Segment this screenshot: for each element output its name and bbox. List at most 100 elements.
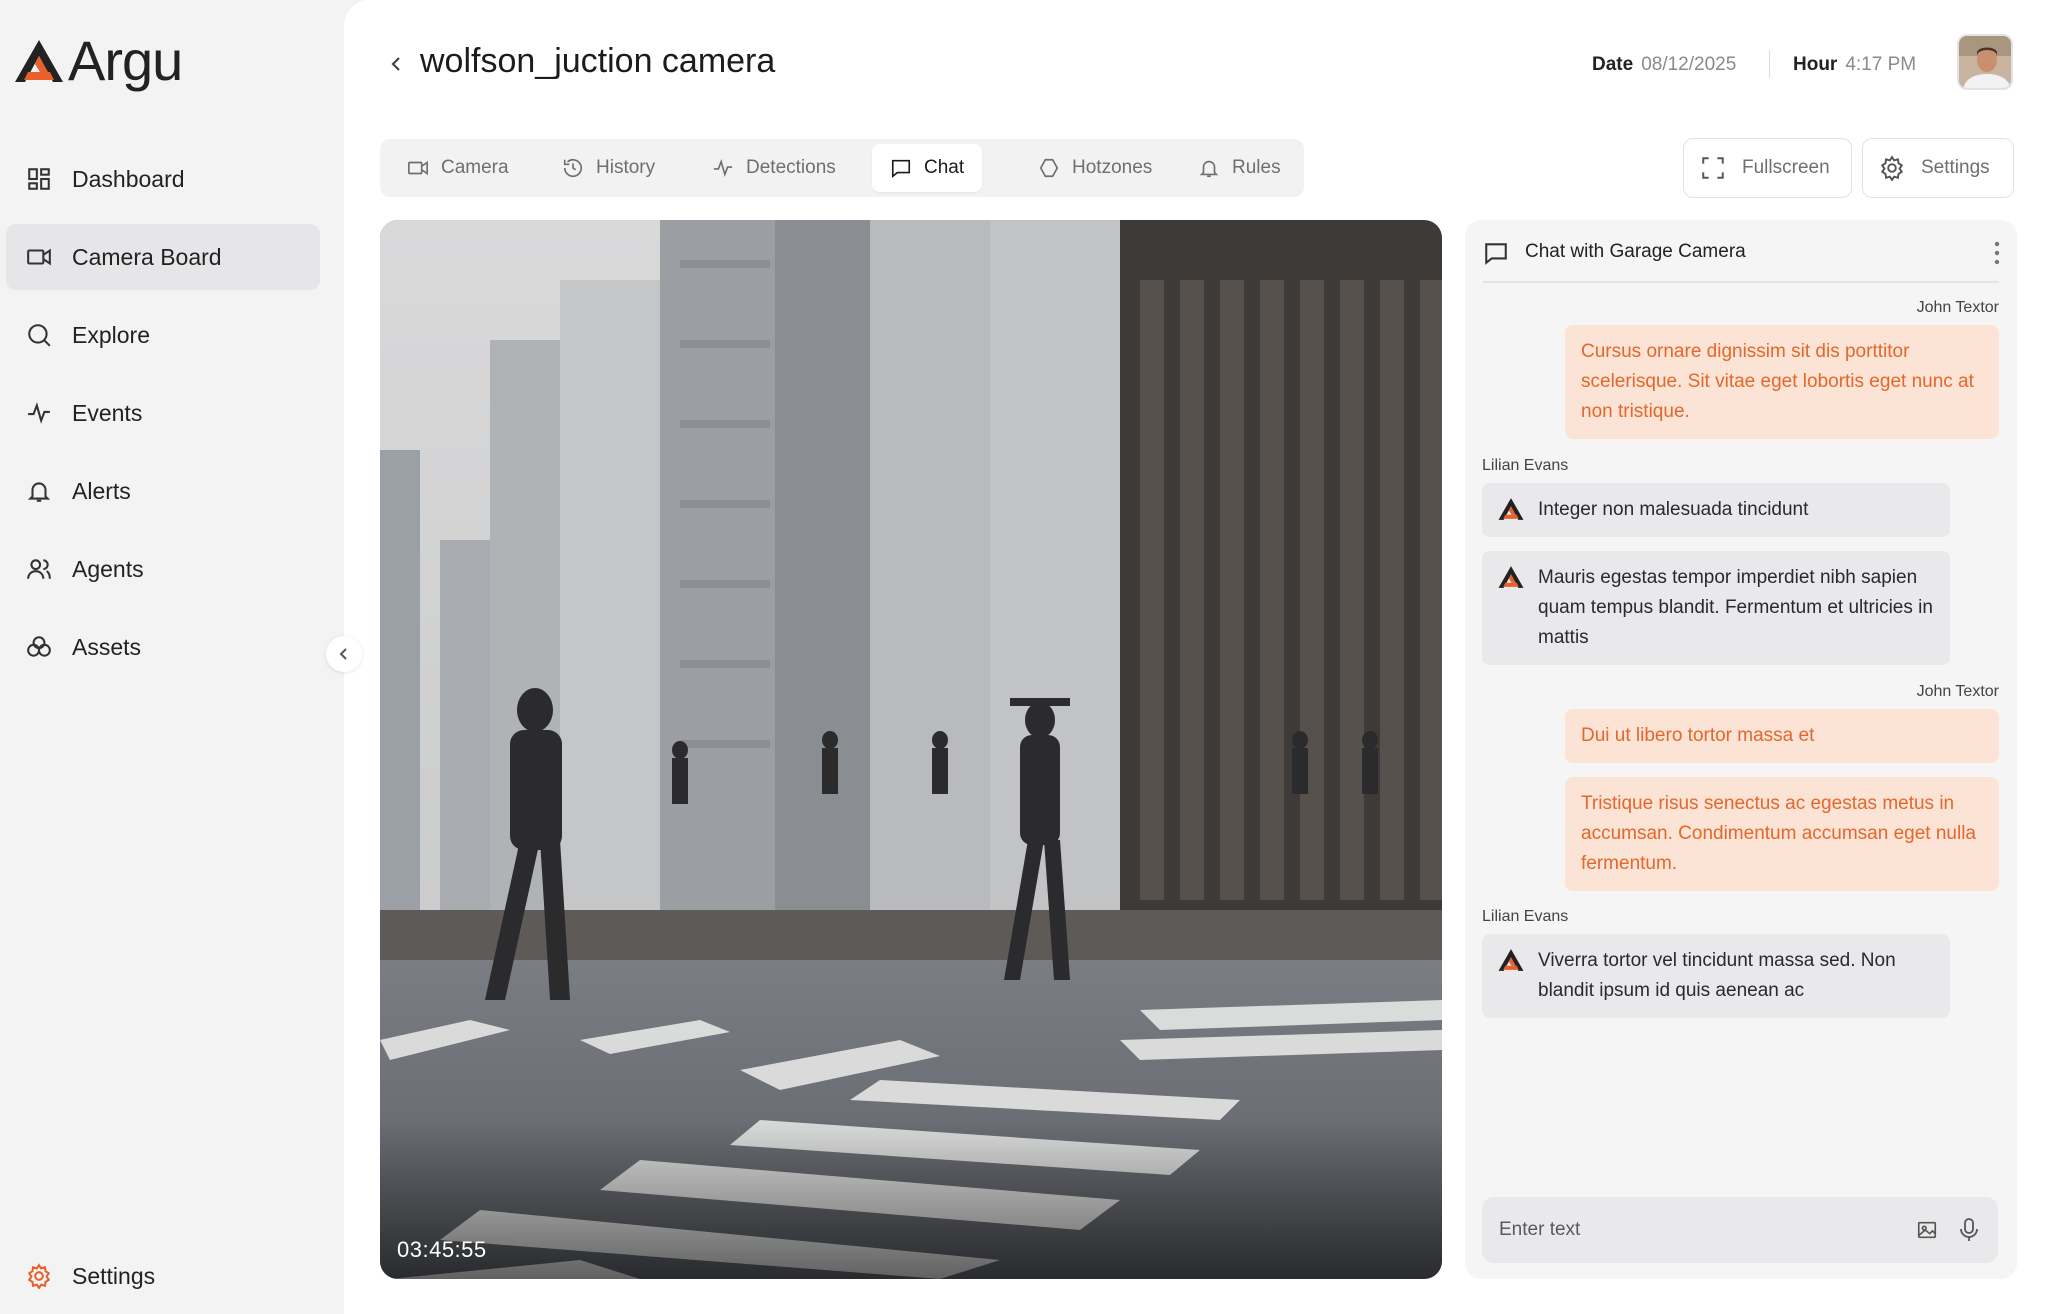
tab-label: Camera [441, 157, 509, 178]
fullscreen-icon [1702, 157, 1724, 179]
tab-camera[interactable]: Camera [389, 144, 527, 192]
tab-detections[interactable]: Detections [694, 144, 854, 192]
fullscreen-label: Fullscreen [1742, 157, 1830, 178]
sidebar-item-explore[interactable]: Explore [6, 302, 320, 368]
bell-icon [1199, 160, 1219, 178]
chat-divider [1483, 281, 1999, 283]
sidebar-item-alerts[interactable]: Alerts [6, 458, 320, 524]
sidebar-item-label: Dashboard [72, 165, 185, 192]
history-icon [563, 159, 583, 178]
chevron-left-icon [339, 648, 347, 660]
chat-input[interactable]: Enter text [1482, 1197, 1998, 1263]
sidebar-item-assets[interactable]: Assets [6, 614, 320, 680]
message-text: Mauris egestas tempor imperdiet nibh sap… [1538, 567, 1933, 648]
tab-history[interactable]: History [544, 144, 673, 192]
fullscreen-button[interactable]: Fullscreen [1683, 138, 1852, 198]
chat-header: Chat with Garage Camera [1465, 220, 2017, 282]
chat-title: Chat with Garage Camera [1525, 241, 1746, 262]
view-tabs: Camera History Detections Chat Hotzones … [380, 139, 1304, 197]
tab-label: Rules [1232, 157, 1281, 178]
chat-icon [891, 159, 911, 178]
back-button[interactable] [382, 50, 410, 78]
message-text: Integer non malesuada tincidunt [1538, 499, 1809, 520]
more-options-button[interactable] [1989, 238, 2005, 268]
chevron-left-icon [391, 57, 400, 71]
sidebar-item-camera-board[interactable]: Camera Board [6, 224, 320, 290]
main-panel: wolfson_juction camera Date 08/12/2025 Ho… [344, 0, 2048, 1314]
sidebar-item-label: Camera Board [72, 243, 222, 270]
sidebar-item-dashboard[interactable]: Dashboard [6, 146, 320, 212]
hour-display: Hour 4:17 PM [1793, 54, 1916, 76]
pulse-icon [713, 158, 733, 178]
chat-message-incoming: Mauris egestas tempor imperdiet nibh sap… [1482, 551, 1950, 665]
pulse-icon [24, 398, 54, 428]
camera-icon [24, 242, 54, 272]
search-icon [24, 320, 54, 350]
settings-label: Settings [1921, 157, 1990, 178]
users-icon [24, 554, 54, 584]
video-icon [408, 160, 428, 176]
sidebar-item-label: Assets [72, 633, 142, 660]
tab-chat[interactable]: Chat [872, 144, 983, 192]
tab-label: Hotzones [1072, 157, 1153, 178]
argu-logo-icon [1498, 566, 1524, 588]
date-label: Date [1592, 54, 1634, 75]
argu-logo-icon [15, 40, 63, 82]
sidebar-item-label: Settings [72, 1262, 156, 1289]
image-icon [1917, 1221, 1937, 1239]
voice-input-button[interactable] [1958, 1217, 1980, 1243]
message-sender: Lilian Evans [1482, 908, 1569, 925]
app-logo[interactable]: Argu [14, 29, 183, 92]
date-display: Date 08/12/2025 [1592, 54, 1736, 76]
sidebar-item-settings[interactable]: Settings [6, 1243, 320, 1309]
sidebar-item-events[interactable]: Events [6, 380, 320, 446]
attach-image-button[interactable] [1916, 1219, 1938, 1241]
sidebar-item-label: Events [72, 399, 143, 426]
tab-label: Detections [746, 157, 836, 178]
bell-icon [24, 476, 54, 506]
dashboard-icon [24, 164, 54, 194]
video-timestamp: 03:45:55 [397, 1237, 487, 1262]
more-vertical-icon [1994, 241, 2000, 265]
camera-video-feed[interactable]: 03:45:55 [380, 220, 1442, 1279]
chat-icon [1483, 240, 1509, 266]
sidebar-item-label: Agents [72, 555, 144, 582]
tab-label: Chat [924, 157, 965, 178]
collapse-sidebar-button[interactable] [326, 636, 362, 672]
tab-hotzones[interactable]: Hotzones [1020, 144, 1170, 192]
sidebar-item-label: Explore [72, 321, 150, 348]
page-title: wolfson_juction camera [420, 42, 776, 80]
argu-logo-icon [1498, 949, 1524, 971]
app-name: Argu [68, 29, 183, 92]
header-divider [1769, 50, 1770, 78]
chat-message-incoming: Viverra tortor vel tincidunt massa sed. … [1482, 934, 1950, 1018]
hexagon-icon [1039, 158, 1059, 178]
chat-message-outgoing: Tristique risus senectus ac egestas metu… [1565, 777, 1999, 891]
chat-message-outgoing: Cursus ornare dignissim sit dis porttito… [1565, 325, 1999, 439]
avatar-image [1959, 36, 2011, 88]
argu-logo-icon [1498, 498, 1524, 520]
tab-label: History [596, 157, 656, 178]
message-text: Viverra tortor vel tincidunt massa sed. … [1538, 950, 1896, 1001]
sidebar-item-agents[interactable]: Agents [6, 536, 320, 602]
settings-button[interactable]: Settings [1862, 138, 2014, 198]
message-sender: John Textor [1916, 683, 1999, 700]
message-sender: John Textor [1916, 299, 1999, 316]
date-value: 08/12/2025 [1641, 54, 1737, 75]
street-crossing-image [380, 220, 1442, 1279]
gear-icon [24, 1261, 54, 1291]
chat-message-incoming: Integer non malesuada tincidunt [1482, 483, 1950, 537]
chat-panel: Chat with Garage Camera John Textor Curs… [1465, 220, 2017, 1279]
sidebar-item-label: Alerts [72, 477, 131, 504]
hour-label: Hour [1793, 54, 1838, 75]
hour-value: 4:17 PM [1845, 54, 1917, 75]
assets-icon [24, 632, 54, 662]
user-avatar[interactable] [1957, 34, 2013, 90]
gear-icon [1880, 155, 1904, 181]
chat-message-outgoing: Dui ut libero tortor massa et [1565, 709, 1999, 763]
sidebar: Argu Dashboard Camera Board Explore Even… [0, 0, 344, 1314]
tab-rules[interactable]: Rules [1180, 144, 1299, 192]
microphone-icon [1960, 1218, 1978, 1241]
chat-input-placeholder: Enter text [1499, 1219, 1581, 1240]
message-sender: Lilian Evans [1482, 457, 1569, 474]
